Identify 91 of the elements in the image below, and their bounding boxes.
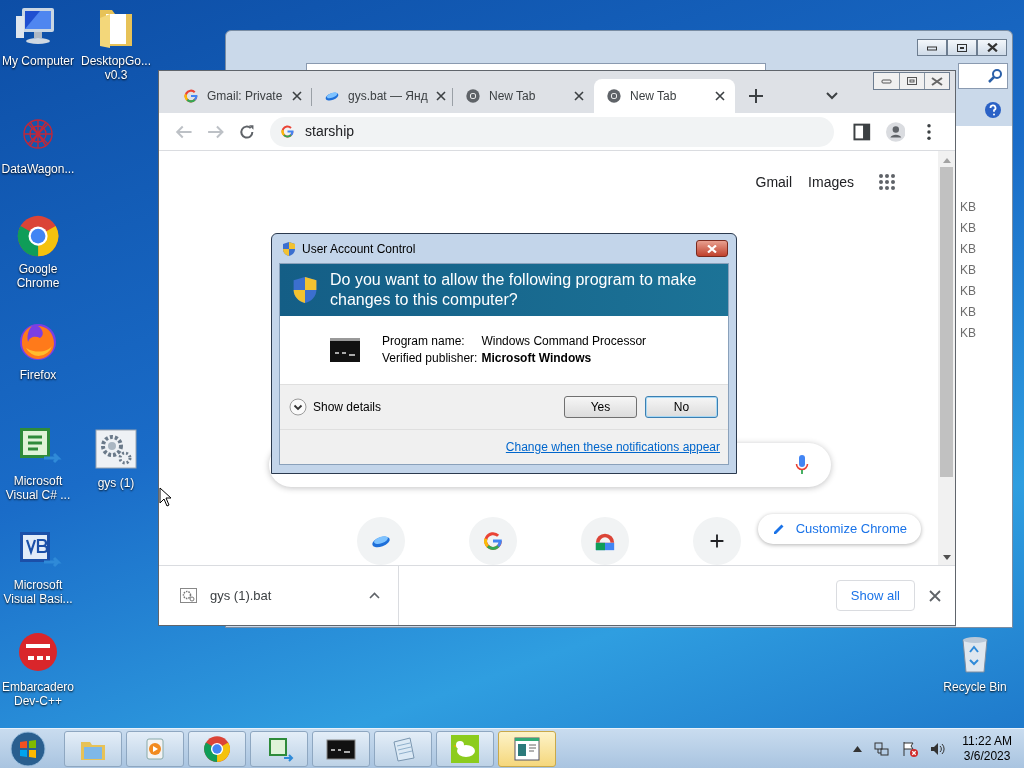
side-panel-button[interactable]: [852, 121, 872, 142]
file-size-text: KB: [960, 283, 976, 300]
search-icon: [987, 68, 1003, 84]
pencil-icon: [771, 522, 786, 536]
desktop-shortcut[interactable]: My Computer: [0, 4, 76, 68]
shield-icon: [281, 240, 297, 257]
dialog-button[interactable]: Yes: [564, 396, 637, 418]
minimize-icon: [927, 44, 937, 51]
scrollbar[interactable]: [938, 151, 955, 565]
minimize-icon: [881, 78, 892, 84]
clock-time[interactable]: 11:22 AM: [962, 733, 1012, 749]
dialog-button[interactable]: No: [645, 396, 718, 418]
flag-icon: [902, 740, 919, 757]
network-icon: [874, 740, 891, 757]
close-icon: [292, 91, 302, 101]
file-size-text: KB: [960, 262, 976, 279]
desktop-shortcut[interactable]: Embarcadero Dev-C++: [0, 630, 76, 708]
bird-icon: [450, 733, 480, 764]
desktop-shortcut[interactable]: Google Chrome: [0, 212, 76, 290]
desktop-shortcut[interactable]: Microsoft Visual Basi...: [0, 528, 76, 606]
header-link[interactable]: Images: [808, 171, 854, 193]
shortcut-tile[interactable]: [580, 517, 629, 565]
arrow-up-icon: [942, 157, 951, 163]
file-size-text: KB: [960, 304, 976, 321]
browser-tab[interactable]: New Tab: [594, 79, 735, 113]
close-icon: [574, 91, 584, 101]
profile-button[interactable]: [885, 121, 906, 142]
field-label: Program name:: [382, 333, 466, 350]
show-details-button[interactable]: Show details: [289, 398, 382, 416]
file-size-text: KB: [960, 220, 976, 237]
arrow-down-icon: [942, 555, 951, 561]
close-button[interactable]: [696, 240, 728, 257]
file-size-text: KB: [960, 325, 976, 342]
field-label: Verified publisher:: [382, 350, 478, 367]
shortcut-tile[interactable]: [692, 517, 741, 565]
close-button[interactable]: [977, 39, 1007, 56]
clock-date[interactable]: 3/6/2023: [963, 748, 1011, 764]
minimize-button[interactable]: [917, 39, 947, 56]
dialog-question: Do you want to allow the following program to make changes to this computer?: [330, 270, 698, 310]
chrome-icon: [202, 733, 232, 764]
caret-up-icon: [853, 745, 863, 752]
help-icon: [984, 101, 1002, 119]
gears-icon: [180, 588, 197, 603]
shortcut-tile[interactable]: [356, 517, 405, 565]
desktop-shortcut[interactable]: gys (1): [78, 426, 154, 490]
download-item[interactable]: gys (1).bat: [159, 566, 399, 625]
microphone-icon: [795, 454, 809, 475]
header-link[interactable]: Gmail: [755, 171, 793, 193]
google-icon: [183, 88, 199, 104]
new-tab-button[interactable]: [747, 87, 765, 105]
customize-chrome-button[interactable]: Customize Chrome: [757, 514, 921, 544]
three-dots-icon: [927, 123, 932, 140]
person-icon: [885, 121, 906, 142]
console-icon: [330, 338, 360, 362]
chrome-icon: [465, 88, 481, 104]
tab-list-button[interactable]: [825, 91, 839, 101]
scrollbar-thumb[interactable]: [940, 167, 953, 477]
google-icon: [280, 124, 295, 139]
caret-up-icon: [369, 592, 380, 599]
field-value: Microsoft Windows: [481, 350, 593, 367]
close-icon: [715, 91, 725, 101]
maximize-icon: [907, 77, 917, 85]
field-value: Windows Command Processor: [481, 333, 647, 350]
chrome-icon: [606, 88, 622, 104]
taskbar-button[interactable]: [312, 730, 370, 767]
apps-button[interactable]: [878, 173, 896, 192]
search-field[interactable]: [958, 63, 1008, 89]
close-icon: [986, 43, 998, 52]
address-bar[interactable]: starship: [270, 116, 835, 147]
desktop-shortcut[interactable]: Recycle Bin: [937, 630, 1013, 694]
google-icon: [481, 530, 504, 552]
desktop-shortcut[interactable]: DataWagon...: [0, 112, 76, 176]
reload-button[interactable]: [238, 122, 256, 141]
desktop-shortcut[interactable]: Firefox: [0, 318, 76, 382]
shield-icon: [292, 274, 318, 306]
file-size-text: KB: [960, 241, 976, 258]
chevron-down-icon: [289, 398, 307, 416]
address-field[interactable]: [306, 63, 766, 70]
close-button[interactable]: [929, 589, 941, 602]
show-all-button[interactable]: Show all: [835, 580, 915, 611]
close-icon: [707, 244, 717, 253]
desktop-shortcut[interactable]: DesktopGo... v0.3: [78, 4, 154, 82]
uac-dialog: User Account Control Do you want to allow the following program to make changes to this computer? Program name: Windows Command Processor Verified publisher: Microsoft Windows Show details Yes No Change when these notifications appear: [271, 233, 737, 474]
close-icon: [435, 91, 446, 101]
maximize-icon: [957, 43, 967, 52]
desktop-shortcut[interactable]: Microsoft Visual C# ...: [0, 424, 76, 502]
close-icon: [931, 76, 943, 86]
maximize-button[interactable]: [947, 39, 977, 56]
side-panel-icon: [852, 121, 872, 142]
shortcut-tile[interactable]: [468, 517, 517, 565]
file-size-text: KB: [960, 199, 976, 216]
